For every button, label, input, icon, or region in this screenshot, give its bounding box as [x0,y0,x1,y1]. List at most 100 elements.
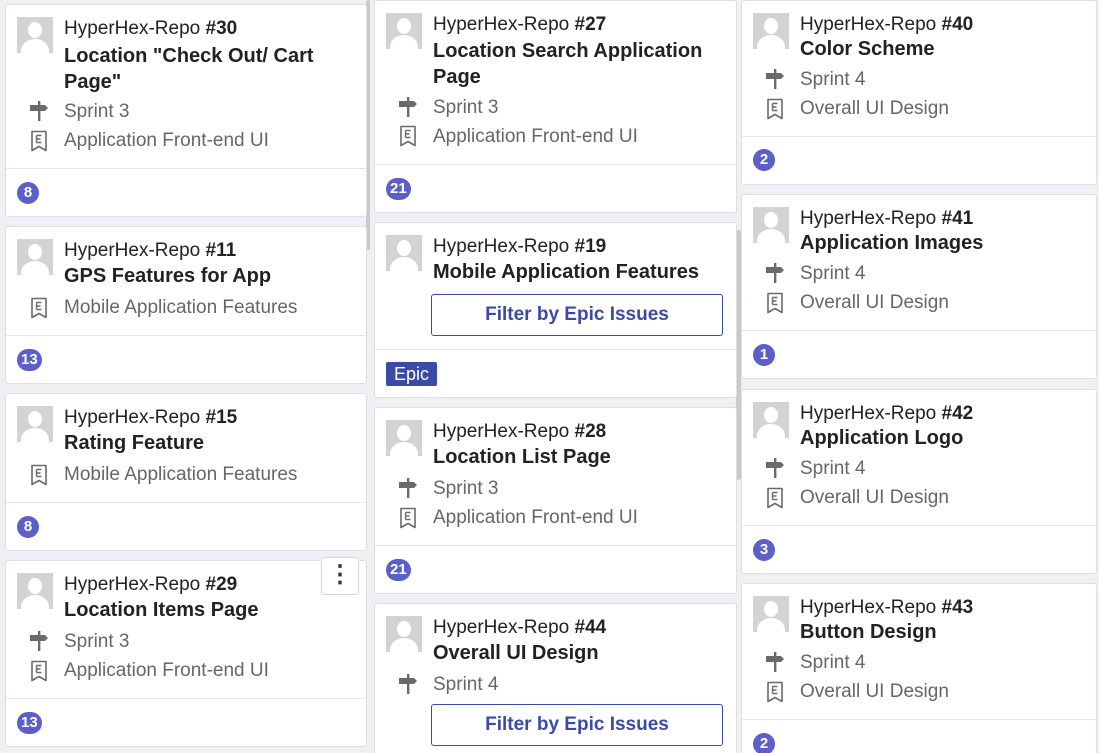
epic-type-label: Epic [386,362,438,386]
issue-title[interactable]: Button Design [800,619,937,645]
issue-repo[interactable]: HyperHex-Repo #44 [433,617,606,639]
epic-label[interactable]: Mobile Application Features [64,464,297,486]
repo-name: HyperHex-Repo [64,18,201,39]
issue-title[interactable]: Application Images [800,230,983,256]
issue-title[interactable]: Location "Check Out/ Cart Page" [64,43,314,95]
filter-epic-issues-button[interactable]: Filter by Epic Issues [431,704,723,746]
epic-icon [764,292,786,314]
milestone-label[interactable]: Sprint 4 [800,263,865,285]
milestone-label[interactable]: Sprint 4 [433,674,498,696]
milestone-label[interactable]: Sprint 3 [433,97,498,119]
issue-title[interactable]: Location List Page [433,444,611,470]
issue-title[interactable]: Location Search Application Page [433,38,702,90]
milestone-icon [397,477,419,499]
card-divider [742,525,1096,526]
card-divider [742,330,1096,331]
issue-repo[interactable]: HyperHex-Repo #11 [64,240,236,262]
issue-repo[interactable]: HyperHex-Repo #41 [800,208,973,230]
epic-label[interactable]: Overall UI Design [800,487,949,509]
issue-number: #30 [205,18,238,39]
repo-name: HyperHex-Repo [800,208,937,229]
epic-label[interactable]: Application Front-end UI [64,130,269,152]
repo-name: HyperHex-Repo [64,240,201,261]
card-divider [6,168,366,169]
issue-title[interactable]: Overall UI Design [433,640,599,666]
issue-card-40[interactable]: HyperHex-Repo #40 Color Scheme Sprint 4 … [741,0,1097,185]
epic-label[interactable]: Overall UI Design [800,98,949,120]
milestone-icon [397,673,419,695]
issue-card-19[interactable]: HyperHex-Repo #19 Mobile Application Fea… [374,222,737,398]
repo-name: HyperHex-Repo [433,421,570,442]
issue-number: #15 [205,407,238,428]
issue-card-27[interactable]: HyperHex-Repo #27 Location Search Applic… [374,0,737,213]
issue-title[interactable]: GPS Features for App [64,263,271,289]
issue-card-44[interactable]: HyperHex-Repo #44 Overall UI Design Spri… [374,603,737,753]
issue-card-42[interactable]: HyperHex-Repo #42 Application Logo Sprin… [741,389,1097,574]
repo-name: HyperHex-Repo [800,14,937,35]
epic-icon [28,130,50,152]
issue-repo[interactable]: HyperHex-Repo #29 [64,574,237,596]
issue-card-11[interactable]: HyperHex-Repo #11 GPS Features for App M… [5,226,367,384]
issue-title-line-1: Location "Check Out/ Cart [64,45,314,67]
epic-icon [764,487,786,509]
milestone-label[interactable]: Sprint 4 [800,458,865,480]
avatar [386,616,422,652]
card-divider [375,164,736,165]
card-divider [6,335,366,336]
issue-title[interactable]: Rating Feature [64,430,204,456]
issue-repo[interactable]: HyperHex-Repo #15 [64,407,237,429]
avatar [17,239,53,275]
avatar [17,17,53,53]
issue-repo[interactable]: HyperHex-Repo #40 [800,14,973,36]
issue-repo[interactable]: HyperHex-Repo #19 [433,236,606,258]
epic-label[interactable]: Application Front-end UI [433,507,638,529]
issue-card-43[interactable]: HyperHex-Repo #43 Button Design Sprint 4… [741,583,1097,753]
issue-card-28[interactable]: HyperHex-Repo #28 Location List Page Spr… [374,407,737,594]
milestone-label[interactable]: Sprint 3 [64,101,129,123]
issue-title[interactable]: Application Logo [800,425,963,451]
issue-card-29[interactable]: HyperHex-Repo #29 Location Items Page Sp… [5,557,367,747]
epic-label[interactable]: Application Front-end UI [64,660,269,682]
filter-epic-issues-button[interactable]: Filter by Epic Issues [431,294,723,336]
issue-title[interactable]: Color Scheme [800,36,934,62]
issue-repo[interactable]: HyperHex-Repo #27 [433,14,606,36]
issue-repo[interactable]: HyperHex-Repo #43 [800,597,973,619]
repo-name: HyperHex-Repo [433,617,570,638]
avatar [386,13,422,49]
estimate-badge: 13 [17,349,42,371]
avatar [386,420,422,456]
epic-label[interactable]: Overall UI Design [800,681,949,703]
epic-label[interactable]: Application Front-end UI [433,126,638,148]
milestone-label[interactable]: Sprint 4 [800,69,865,91]
board-column-3: HyperHex-Repo #40 Color Scheme Sprint 4 … [738,0,1099,753]
epic-icon [764,98,786,120]
issue-title[interactable]: Mobile Application Features [433,259,699,285]
issue-number: #42 [941,403,974,424]
epic-icon [764,681,786,703]
epic-label[interactable]: Overall UI Design [800,292,949,314]
issue-card-15[interactable]: HyperHex-Repo #15 Rating Feature Mobile … [5,393,367,551]
issue-repo[interactable]: HyperHex-Repo #30 [64,18,237,40]
issue-repo[interactable]: HyperHex-Repo #28 [433,421,606,443]
milestone-icon [28,630,50,652]
issue-title-line-2: Page [433,66,481,88]
issue-number: #28 [574,421,607,442]
milestone-label[interactable]: Sprint 4 [800,652,865,674]
repo-name: HyperHex-Repo [800,597,937,618]
issue-number: #29 [205,574,238,595]
milestone-label[interactable]: Sprint 3 [433,478,498,500]
repo-name: HyperHex-Repo [64,574,201,595]
issue-number: #44 [574,617,607,638]
issue-title[interactable]: Location Items Page [64,597,259,623]
milestone-icon [764,262,786,284]
epic-label[interactable]: Mobile Application Features [64,297,297,319]
issue-card-41[interactable]: HyperHex-Repo #41 Application Images Spr… [741,194,1097,379]
milestone-label[interactable]: Sprint 3 [64,631,129,653]
card-menu-button[interactable]: ⋮ [321,557,359,595]
issue-card-30[interactable]: HyperHex-Repo #30 Location "Check Out/ C… [5,4,367,217]
card-divider [742,719,1096,720]
avatar [17,406,53,442]
board-column-1: HyperHex-Repo #30 Location "Check Out/ C… [0,0,370,753]
issue-repo[interactable]: HyperHex-Repo #42 [800,403,973,425]
avatar [753,13,789,49]
